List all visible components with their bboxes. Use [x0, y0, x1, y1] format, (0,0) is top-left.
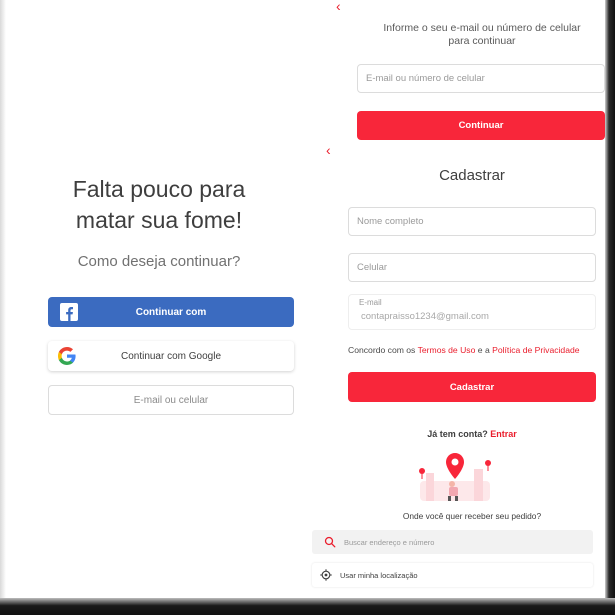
- headline-line-2: matar sua fome!: [75, 207, 243, 233]
- crosshair-icon: [320, 569, 332, 581]
- terms-mid: e a: [475, 345, 493, 355]
- terms-agreement: Concordo com os Termos de Uso e a Políti…: [348, 345, 608, 355]
- chevron-left-icon[interactable]: ‹: [326, 143, 331, 157]
- full-name-input[interactable]: Nome completo: [348, 207, 596, 236]
- google-button-label: Continuar com Google: [120, 350, 222, 362]
- auth-forms-panel: ‹ Informe o seu e-mail ou número de celu…: [312, 0, 605, 598]
- signup-button-label: Cadastrar: [449, 381, 495, 393]
- login-email-input[interactable]: E-mail ou número de celular: [357, 64, 605, 93]
- login-options-panel: Falta pouco para matar sua fome! Como de…: [6, 0, 312, 598]
- page-headline: Falta pouco para matar sua fome!: [6, 174, 312, 236]
- continue-with-email-button[interactable]: E-mail ou celular: [48, 385, 294, 415]
- signup-title: Cadastrar: [439, 167, 505, 184]
- use-my-location-button[interactable]: Usar minha localização: [312, 563, 593, 587]
- phone-input[interactable]: Celular: [348, 253, 596, 282]
- headline-line-1: Falta pouco para: [72, 176, 246, 202]
- continue-button-label: Continuar: [458, 120, 504, 131]
- address-search-input[interactable]: Buscar endereço e número: [312, 530, 593, 554]
- page-subheadline: Como deseja continuar?: [77, 253, 241, 270]
- search-icon: [324, 536, 336, 548]
- continue-with-facebook-button[interactable]: Continuar com: [48, 297, 294, 327]
- continue-with-google-button[interactable]: Continuar com Google: [48, 341, 294, 371]
- facebook-button-label: Continuar com: [135, 306, 207, 318]
- phone-placeholder: Celular: [357, 262, 388, 273]
- terms-of-use-link[interactable]: Termos de Uso: [418, 345, 476, 355]
- login-instruction: Informe o seu e-mail ou número de celula…: [383, 22, 581, 47]
- signup-button[interactable]: Cadastrar: [348, 372, 596, 402]
- frame-shadow: [0, 598, 615, 615]
- delivery-location-illustration: [419, 453, 491, 501]
- privacy-policy-link[interactable]: Política de Privacidade: [492, 345, 579, 355]
- email-field-label: E-mail: [359, 298, 382, 307]
- have-account-text: Já tem conta?: [427, 429, 491, 439]
- facebook-icon: [60, 303, 78, 321]
- address-search-placeholder: Buscar endereço e número: [344, 537, 435, 547]
- login-link[interactable]: Entrar: [490, 429, 517, 439]
- login-input-placeholder: E-mail ou número de celular: [366, 73, 485, 84]
- email-button-label: E-mail ou celular: [133, 394, 209, 406]
- google-icon: [58, 347, 76, 365]
- already-have-account: Já tem conta? Entrar: [348, 429, 596, 439]
- name-placeholder: Nome completo: [357, 216, 424, 227]
- frame-shadow: [605, 0, 615, 615]
- delivery-question: Onde você quer receber seu pedido?: [402, 511, 542, 521]
- use-location-label: Usar minha localização: [340, 570, 418, 580]
- terms-prefix: Concordo com os: [348, 345, 418, 355]
- email-field-value: contapraisso1234@gmail.com: [361, 311, 489, 322]
- continue-button[interactable]: Continuar: [357, 111, 605, 140]
- signup-email-field[interactable]: E-mail contapraisso1234@gmail.com: [348, 294, 596, 330]
- chevron-left-icon[interactable]: ‹: [336, 0, 341, 13]
